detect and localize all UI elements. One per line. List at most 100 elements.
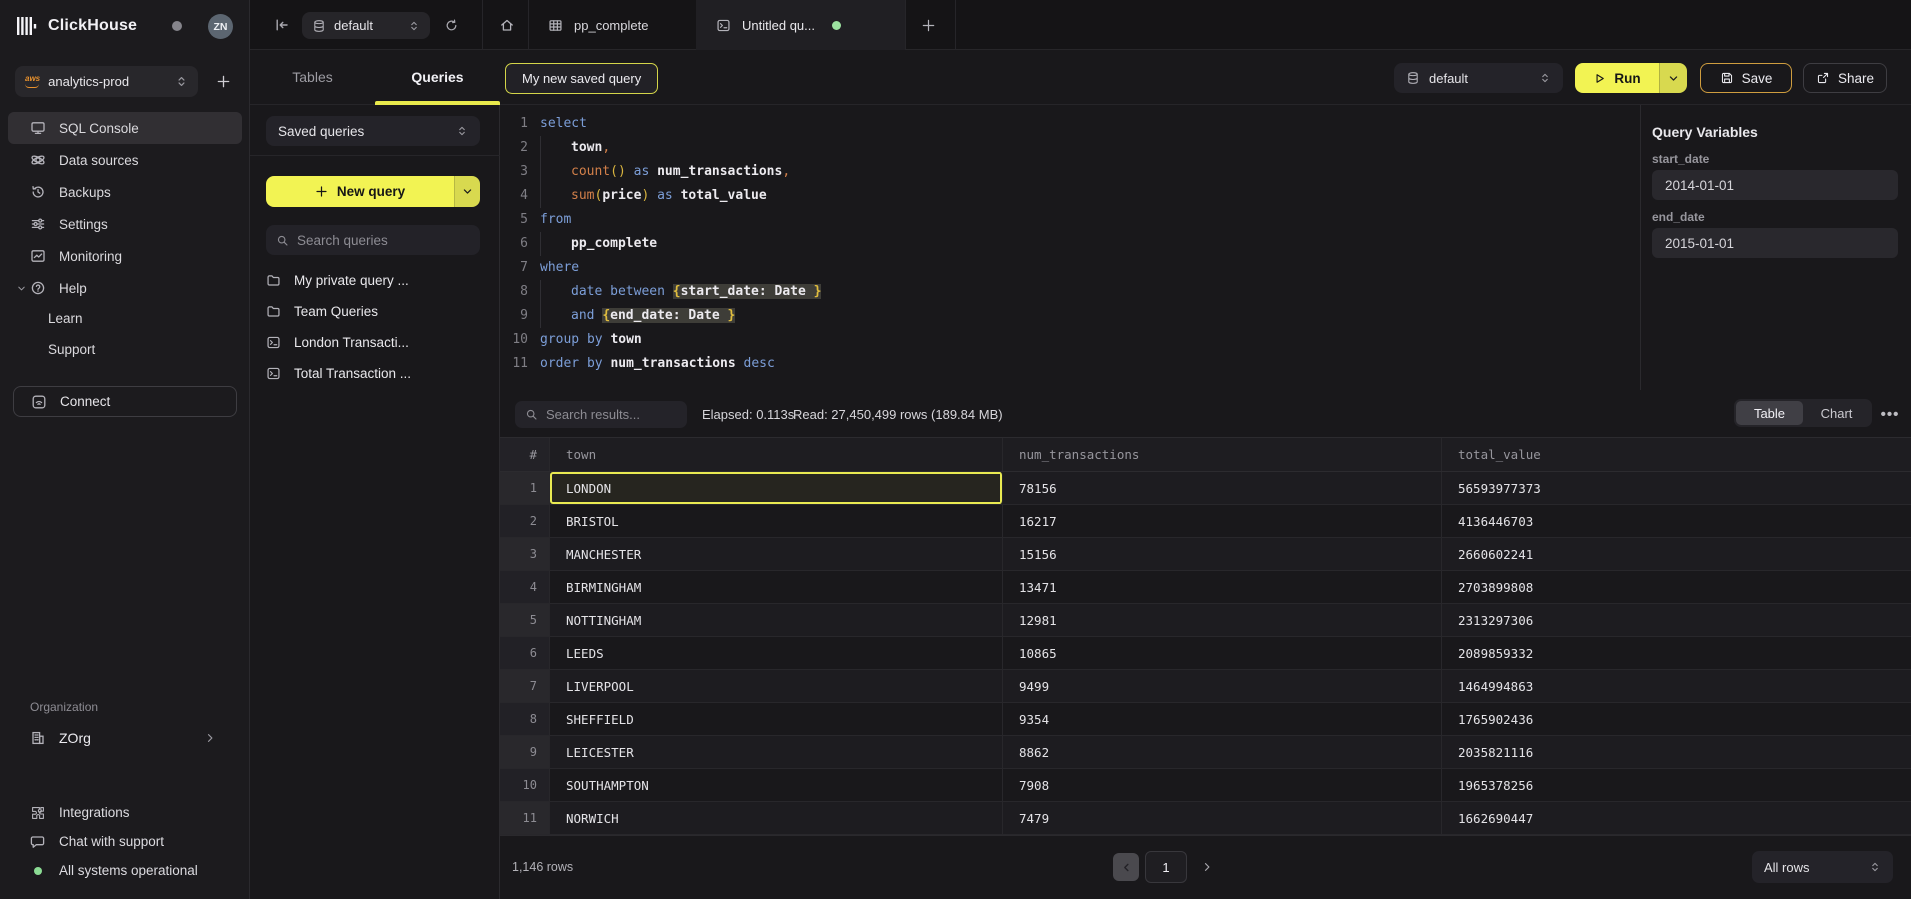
table-cell[interactable]: 15156 xyxy=(1003,538,1442,570)
service-selector[interactable]: aws analytics-prod xyxy=(15,66,198,97)
connect-button[interactable]: Connect xyxy=(13,386,237,417)
table-cell[interactable]: 7479 xyxy=(1003,802,1442,834)
table-cell[interactable]: 10865 xyxy=(1003,637,1442,669)
table-cell[interactable]: 1765902436 xyxy=(1442,703,1911,735)
sidebar-item-sql-console[interactable]: SQL Console xyxy=(8,112,242,144)
tab-tables[interactable]: Tables xyxy=(250,50,375,104)
next-page-button[interactable] xyxy=(1195,855,1219,879)
table-cell[interactable]: 4136446703 xyxy=(1442,505,1911,537)
new-query-options-button[interactable] xyxy=(454,176,480,207)
table-cell[interactable]: 16217 xyxy=(1003,505,1442,537)
sidebar-item-monitoring[interactable]: Monitoring xyxy=(8,240,242,272)
column-header-num-transactions[interactable]: num_transactions xyxy=(1003,438,1442,471)
saved-query-item-london-transacti[interactable]: London Transacti... xyxy=(266,327,490,358)
sidebar-item-backups[interactable]: Backups xyxy=(8,176,242,208)
sql-editor[interactable]: 1234567891011 selecttown,count() as num_… xyxy=(500,105,1640,390)
sidebar-footer-integrations[interactable]: Integrations xyxy=(8,798,242,827)
editor-code[interactable]: selecttown,count() as num_transactions,s… xyxy=(540,112,821,376)
column-header-total-value[interactable]: total_value xyxy=(1442,438,1911,471)
run-button[interactable]: Run xyxy=(1575,63,1659,93)
brand[interactable]: ClickHouse xyxy=(15,13,137,39)
database-selector[interactable]: default xyxy=(302,12,430,39)
user-avatar[interactable]: ZN xyxy=(208,14,233,39)
new-tab-button[interactable] xyxy=(913,13,943,37)
table-row[interactable]: 4BIRMINGHAM134712703899808 xyxy=(500,571,1911,604)
sidebar-subitem-learn[interactable]: Learn xyxy=(8,303,242,334)
table-cell[interactable]: 78156 xyxy=(1003,472,1442,504)
collapse-sidebar-icon[interactable] xyxy=(270,13,294,37)
table-row[interactable]: 3MANCHESTER151562660602241 xyxy=(500,538,1911,571)
table-cell[interactable]: BIRMINGHAM xyxy=(550,571,1003,603)
saved-query-item-my-private-query[interactable]: My private query ... xyxy=(266,265,490,296)
more-options-icon[interactable]: ••• xyxy=(1879,403,1901,425)
table-cell[interactable]: LONDON xyxy=(550,472,1003,504)
table-cell[interactable]: 13471 xyxy=(1003,571,1442,603)
page-size-dropdown[interactable]: All rows xyxy=(1752,851,1893,883)
sidebar-item-help[interactable]: Help xyxy=(8,272,242,304)
table-cell[interactable]: 2703899808 xyxy=(1442,571,1911,603)
table-cell[interactable]: SHEFFIELD xyxy=(550,703,1003,735)
table-cell[interactable]: 2660602241 xyxy=(1442,538,1911,570)
table-cell[interactable]: 7908 xyxy=(1003,769,1442,801)
new-query-button[interactable]: New query xyxy=(266,176,454,207)
save-button[interactable]: Save xyxy=(1700,63,1792,93)
table-row[interactable]: 7LIVERPOOL94991464994863 xyxy=(500,670,1911,703)
variable-input-start-date[interactable]: 2014-01-01 xyxy=(1652,170,1898,200)
sidebar-footer-all-systems-operational[interactable]: All systems operational xyxy=(8,856,242,885)
search-results-input[interactable]: Search results... xyxy=(515,401,687,428)
table-row[interactable]: 8SHEFFIELD93541765902436 xyxy=(500,703,1911,736)
table-cell[interactable]: LIVERPOOL xyxy=(550,670,1003,702)
table-row[interactable]: 11NORWICH74791662690447 xyxy=(500,802,1911,835)
table-cell[interactable]: BRISTOL xyxy=(550,505,1003,537)
view-toggle-table[interactable]: Table xyxy=(1736,401,1803,425)
refresh-icon[interactable] xyxy=(439,13,463,37)
document-tab-untitled-qu[interactable]: Untitled qu... xyxy=(696,0,905,50)
table-row[interactable]: 5NOTTINGHAM129812313297306 xyxy=(500,604,1911,637)
table-cell[interactable]: MANCHESTER xyxy=(550,538,1003,570)
table-cell[interactable]: 2089859332 xyxy=(1442,637,1911,669)
table-row[interactable]: 9LEICESTER88622035821116 xyxy=(500,736,1911,769)
table-cell[interactable]: 56593977373 xyxy=(1442,472,1911,504)
table-cell[interactable]: LEICESTER xyxy=(550,736,1003,768)
table-cell[interactable]: 2313297306 xyxy=(1442,604,1911,636)
table-row[interactable]: 1LONDON7815656593977373 xyxy=(500,472,1911,505)
home-icon[interactable] xyxy=(495,13,519,37)
run-options-button[interactable] xyxy=(1659,63,1687,93)
column-header-town[interactable]: town xyxy=(550,438,1003,471)
run-database-selector[interactable]: default xyxy=(1394,63,1563,93)
saved-query-item-total-transaction[interactable]: Total Transaction ... xyxy=(266,358,490,389)
table-cell[interactable]: 2035821116 xyxy=(1442,736,1911,768)
chevron-down-icon[interactable] xyxy=(16,283,27,294)
table-cell[interactable]: 9499 xyxy=(1003,670,1442,702)
prev-page-button[interactable] xyxy=(1113,853,1139,881)
add-service-button[interactable] xyxy=(208,66,238,96)
table-cell[interactable]: 1965378256 xyxy=(1442,769,1911,801)
variable-input-end-date[interactable]: 2015-01-01 xyxy=(1652,228,1898,258)
table-cell[interactable]: SOUTHAMPTON xyxy=(550,769,1003,801)
saved-query-item-team-queries[interactable]: Team Queries xyxy=(266,296,490,327)
table-row[interactable]: 6LEEDS108652089859332 xyxy=(500,637,1911,670)
table-cell[interactable]: LEEDS xyxy=(550,637,1003,669)
view-toggle-chart[interactable]: Chart xyxy=(1803,401,1870,425)
organization-switcher[interactable]: ZOrg xyxy=(8,723,242,753)
search-queries-input[interactable]: Search queries xyxy=(266,225,480,255)
column-header-row-number[interactable]: # xyxy=(500,438,550,471)
table-cell[interactable]: NORWICH xyxy=(550,802,1003,834)
table-cell[interactable]: NOTTINGHAM xyxy=(550,604,1003,636)
table-cell[interactable]: 1662690447 xyxy=(1442,802,1911,834)
saved-queries-dropdown[interactable]: Saved queries xyxy=(266,116,480,146)
table-cell[interactable]: 8862 xyxy=(1003,736,1442,768)
share-button[interactable]: Share xyxy=(1803,63,1887,93)
saved-query-tab[interactable]: My new saved query xyxy=(505,63,658,94)
table-cell[interactable]: 12981 xyxy=(1003,604,1442,636)
table-cell[interactable]: 9354 xyxy=(1003,703,1442,735)
table-row[interactable]: 2BRISTOL162174136446703 xyxy=(500,505,1911,538)
page-number-input[interactable]: 1 xyxy=(1145,851,1187,883)
tab-queries[interactable]: Queries xyxy=(375,50,500,104)
sidebar-subitem-support[interactable]: Support xyxy=(8,334,242,365)
sidebar-item-settings[interactable]: Settings xyxy=(8,208,242,240)
table-row[interactable]: 10SOUTHAMPTON79081965378256 xyxy=(500,769,1911,802)
table-cell[interactable]: 1464994863 xyxy=(1442,670,1911,702)
document-tab-pp-complete[interactable]: pp_complete xyxy=(528,0,696,50)
sidebar-item-data-sources[interactable]: Data sources xyxy=(8,144,242,176)
